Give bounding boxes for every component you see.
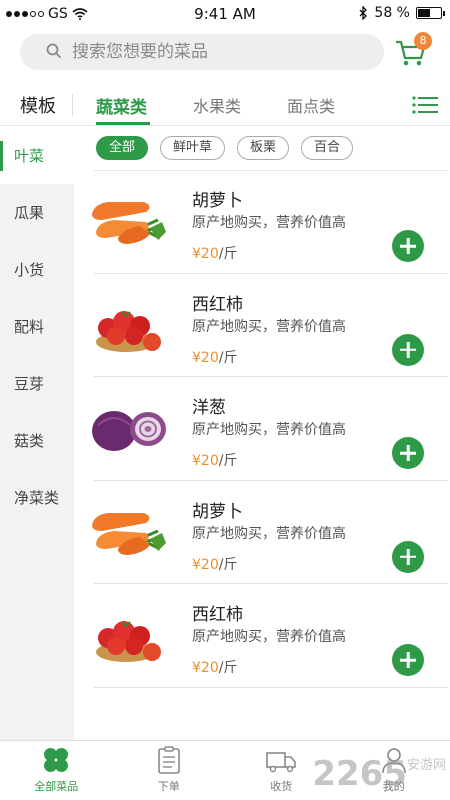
category-tab-bar: 模板 蔬菜类 水果类 面点类 xyxy=(0,82,450,126)
sidebar-item-condiments[interactable]: 配料 xyxy=(0,298,74,355)
product-price: ¥20/斤 xyxy=(192,243,237,263)
product-name: 洋葱 xyxy=(192,398,226,418)
nav-label: 收货 xyxy=(270,780,293,793)
filter-chips: 全部 鲜叶草 板栗 百合 xyxy=(96,136,354,160)
price-amount: ¥20 xyxy=(192,453,219,469)
status-bar: GS 9:41 AM 58 % xyxy=(0,0,450,28)
tab-vegetables[interactable]: 蔬菜类 xyxy=(96,93,147,118)
price-amount: ¥20 xyxy=(192,660,219,676)
active-tab-indicator xyxy=(96,122,150,125)
nav-label: 全部菜品 xyxy=(34,780,79,793)
tab-pastry[interactable]: 面点类 xyxy=(287,93,335,117)
sidebar-item-small-goods[interactable]: 小货 xyxy=(0,241,74,298)
product-price: ¥20/斤 xyxy=(192,657,237,677)
price-amount: ¥20 xyxy=(192,349,219,366)
price-unit: /斤 xyxy=(218,453,238,469)
tab-divider xyxy=(72,94,73,116)
onion-image xyxy=(92,411,166,451)
price-unit: /斤 xyxy=(218,660,238,676)
price-amount: ¥20 xyxy=(192,246,219,262)
product-description: 原产地购买，营养价值高 xyxy=(192,215,346,231)
watermark-site: 安游网 xyxy=(406,758,446,773)
tomato-image xyxy=(96,310,161,352)
watermark: 2265安游网 xyxy=(312,754,446,794)
nav-label: 下单 xyxy=(157,780,180,793)
sidebar-item-leafy[interactable]: 叶菜 xyxy=(0,127,74,184)
chip-fresh-herb[interactable]: 鲜叶草 xyxy=(160,136,226,160)
battery-percent: 58 % xyxy=(374,5,410,21)
sidebar-item-mushrooms[interactable]: 菇类 xyxy=(0,412,74,469)
cart-button[interactable]: 8 xyxy=(394,32,432,70)
product-name: 胡萝卜 xyxy=(192,501,243,522)
list-menu-icon[interactable] xyxy=(412,95,438,115)
product-price: ¥20/斤 xyxy=(192,347,237,367)
sidebar-item-melons[interactable]: 瓜果 xyxy=(0,184,74,241)
add-to-cart-button[interactable] xyxy=(392,230,424,262)
product-item[interactable]: 西红柿 原产地购买，营养价值高 ¥20/斤 xyxy=(94,274,448,377)
product-description: 原产地购买，营养价值高 xyxy=(192,318,346,335)
add-to-cart-button[interactable] xyxy=(392,437,424,469)
search-icon xyxy=(46,43,62,59)
nav-all-dishes[interactable]: 全部菜品 xyxy=(0,741,113,800)
price-unit: /斤 xyxy=(218,246,238,262)
chip-chestnut[interactable]: 板栗 xyxy=(237,136,290,160)
delivery-truck-icon xyxy=(266,752,297,773)
bottom-nav: 全部菜品 下单 收货 我的 2265安游网 xyxy=(0,740,450,800)
search-input[interactable] xyxy=(48,42,384,62)
product-description: 原产地购买，营养价值高 xyxy=(192,525,346,542)
search-bar[interactable] xyxy=(20,34,384,70)
carrot-image xyxy=(92,202,166,244)
product-item[interactable]: 胡萝卜 原产地购买，营养价值高 ¥20/斤 xyxy=(92,481,448,584)
add-to-cart-button[interactable] xyxy=(392,644,424,676)
product-price: ¥20/斤 xyxy=(192,450,237,470)
sidebar-item-prepped[interactable]: 净菜类 xyxy=(0,469,74,526)
tomato-image xyxy=(96,621,161,662)
product-list: 胡萝卜 原产地购买，营养价值高 ¥20/斤 西红柿 原产地购买，营养价值高 ¥2… xyxy=(92,170,448,688)
chip-all[interactable]: 全部 xyxy=(96,136,149,160)
price-amount: ¥20 xyxy=(192,556,219,573)
add-to-cart-button[interactable] xyxy=(392,540,424,573)
nav-order[interactable]: 下单 xyxy=(113,741,226,800)
sidebar-item-sprouts[interactable]: 豆芽 xyxy=(0,355,74,412)
add-to-cart-button[interactable] xyxy=(392,333,424,366)
sidebar: 叶菜 瓜果 小货 配料 豆芽 菇类 净菜类 xyxy=(0,127,74,740)
clipboard-icon xyxy=(157,746,180,774)
product-description: 原产地购买，营养价值高 xyxy=(192,422,346,438)
product-description: 原产地购买，营养价值高 xyxy=(192,629,346,645)
watermark-number: 2265 xyxy=(312,754,407,794)
product-name: 胡萝卜 xyxy=(192,191,243,211)
bluetooth-icon xyxy=(359,6,368,20)
price-unit: /斤 xyxy=(218,349,238,366)
template-button[interactable]: 模板 xyxy=(20,92,56,118)
product-name: 西红柿 xyxy=(192,605,243,625)
clover-icon xyxy=(44,748,69,772)
cart-badge: 8 xyxy=(414,32,432,50)
product-item[interactable]: 西红柿 原产地购买，营养价值高 ¥20/斤 xyxy=(94,584,448,688)
product-name: 西红柿 xyxy=(192,294,243,315)
chip-lily[interactable]: 百合 xyxy=(301,136,354,160)
tab-fruits[interactable]: 水果类 xyxy=(193,93,241,117)
price-unit: /斤 xyxy=(218,556,238,573)
battery-icon xyxy=(416,7,445,19)
product-item[interactable]: 胡萝卜 原产地购买，营养价值高 ¥20/斤 xyxy=(92,170,448,274)
product-price: ¥20/斤 xyxy=(192,554,237,574)
carrot-image xyxy=(92,512,166,555)
product-item[interactable]: 洋葱 原产地购买，营养价值高 ¥20/斤 xyxy=(92,377,448,481)
